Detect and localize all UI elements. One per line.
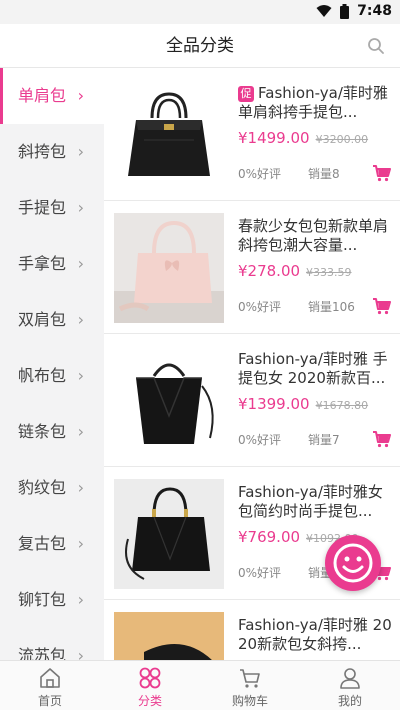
category-label: 斜挎包: [18, 142, 67, 161]
customer-service-button[interactable]: [325, 535, 381, 591]
category-item-crossbody-bag[interactable]: 斜挎包 ›: [0, 124, 104, 180]
category-label: 手拿包: [18, 254, 67, 273]
original-price: ¥1678.80: [315, 399, 369, 412]
page-header: 全品分类: [0, 24, 400, 68]
product-card[interactable]: 促 Fashion-ya/菲时雅单肩斜挎手提包... ¥1499.00 ¥3200.…: [104, 68, 400, 201]
product-title: Fashion-ya/菲时雅单肩斜挎手提包...: [238, 84, 388, 121]
original-price: ¥333.59: [306, 266, 352, 279]
product-title: 春款少女包包新款单肩斜挎包潮大容量...: [238, 217, 389, 254]
category-item-canvas-bag[interactable]: 帆布包 ›: [0, 348, 104, 404]
product-price: ¥278.00: [238, 262, 301, 280]
tab-profile[interactable]: 我的: [300, 661, 400, 710]
category-item-leopard-bag[interactable]: 豹纹包 ›: [0, 460, 104, 516]
product-card[interactable]: Fashion-ya/菲时雅 2020新款包女斜挎...: [104, 600, 400, 660]
chevron-right-icon: ›: [77, 254, 84, 273]
product-title: Fashion-ya/菲时雅女包简约时尚手提包...: [238, 483, 383, 520]
category-label: 双肩包: [18, 310, 67, 329]
product-image: [114, 612, 224, 660]
product-image: [114, 80, 224, 190]
product-card[interactable]: Fashion-ya/菲时雅 手提包女 2020新款百... ¥1399.00 ¥…: [104, 334, 400, 467]
rating-text: 0%好评: [238, 566, 282, 580]
chevron-right-icon: ›: [77, 310, 84, 329]
category-icon: [139, 667, 161, 689]
category-item-clutch[interactable]: 手拿包 ›: [0, 236, 104, 292]
category-item-backpack[interactable]: 双肩包 ›: [0, 292, 104, 348]
category-item-rivet-bag[interactable]: 铆钉包 ›: [0, 572, 104, 628]
chevron-right-icon: ›: [77, 86, 84, 105]
category-item-vintage-bag[interactable]: 复古包 ›: [0, 516, 104, 572]
product-name: 促 Fashion-ya/菲时雅单肩斜挎手提包...: [238, 84, 394, 122]
status-bar: 7:48: [0, 0, 400, 24]
user-icon: [340, 668, 360, 689]
category-label: 帆布包: [18, 366, 67, 385]
product-name: Fashion-ya/菲时雅 2020新款包女斜挎...: [238, 616, 394, 654]
category-label: 铆钉包: [18, 590, 67, 609]
chevron-right-icon: ›: [77, 590, 84, 609]
category-label: 单肩包: [18, 86, 67, 105]
sales-count: 销量8: [308, 167, 340, 181]
category-label: 复古包: [18, 534, 67, 553]
chevron-right-icon: ›: [77, 142, 84, 161]
chevron-right-icon: ›: [77, 422, 84, 441]
product-price: ¥1399.00: [238, 395, 310, 413]
tab-label: 我的: [337, 694, 362, 708]
tab-label: 首页: [37, 694, 62, 708]
product-price: ¥1499.00: [238, 129, 310, 147]
category-item-chain-bag[interactable]: 链条包 ›: [0, 404, 104, 460]
product-name: 春款少女包包新款单肩斜挎包潮大容量...: [238, 217, 394, 255]
category-item-handbag[interactable]: 手提包 ›: [0, 180, 104, 236]
product-title: Fashion-ya/菲时雅 2020新款包女斜挎...: [238, 616, 392, 653]
home-icon: [40, 668, 60, 688]
rating-text: 0%好评: [238, 300, 282, 314]
category-item-shoulder-bag[interactable]: 单肩包 ›: [0, 68, 104, 124]
product-name: Fashion-ya/菲时雅 手提包女 2020新款百...: [238, 350, 394, 388]
add-to-cart-icon[interactable]: [372, 429, 392, 449]
rating-text: 0%好评: [238, 167, 282, 181]
smiley-icon: [333, 543, 373, 583]
product-image: [114, 346, 224, 456]
product-image: [114, 479, 224, 589]
sales-count: 销量7: [308, 433, 340, 447]
tab-cart[interactable]: 购物车: [200, 661, 300, 710]
product-price: ¥769.00: [238, 528, 301, 546]
sales-count: 销量106: [308, 300, 355, 314]
wifi-icon: [316, 5, 332, 17]
product-title: Fashion-ya/菲时雅 手提包女 2020新款百...: [238, 350, 388, 387]
promo-badge: 促: [238, 86, 254, 102]
chevron-right-icon: ›: [77, 198, 84, 217]
battery-icon: [340, 3, 350, 19]
page-title: 全品分类: [166, 36, 234, 56]
tab-category[interactable]: 分类: [100, 661, 200, 710]
tab-home[interactable]: 首页: [0, 661, 100, 710]
product-name: Fashion-ya/菲时雅女包简约时尚手提包...: [238, 483, 394, 521]
search-icon[interactable]: [366, 36, 386, 56]
category-label: 流苏包: [18, 646, 67, 660]
tab-label: 分类: [137, 694, 162, 708]
tab-label: 购物车: [231, 694, 268, 708]
product-card[interactable]: 春款少女包包新款单肩斜挎包潮大容量... ¥278.00 ¥333.59 0%好评…: [104, 201, 400, 334]
cart-icon: [240, 669, 260, 688]
add-to-cart-icon[interactable]: [372, 296, 392, 316]
clock: 7:48: [357, 3, 392, 19]
category-label: 豹纹包: [18, 478, 67, 497]
rating-text: 0%好评: [238, 433, 282, 447]
category-label: 手提包: [18, 198, 67, 217]
chevron-right-icon: ›: [77, 646, 84, 660]
bottom-tab-bar: 首页 分类 购物车 我的: [0, 660, 400, 710]
category-item-tassel-bag[interactable]: 流苏包 ›: [0, 628, 104, 660]
category-sidebar: 单肩包 › 斜挎包 › 手提包 › 手拿包 › 双肩包 › 帆布包 › 链条包 › 豹纹包 › …: [0, 68, 104, 660]
chevron-right-icon: ›: [77, 478, 84, 497]
add-to-cart-icon[interactable]: [372, 163, 392, 183]
original-price: ¥3200.00: [315, 133, 369, 146]
chevron-right-icon: ›: [77, 366, 84, 385]
product-image: [114, 213, 224, 323]
category-label: 链条包: [18, 422, 67, 441]
chevron-right-icon: ›: [77, 534, 84, 553]
